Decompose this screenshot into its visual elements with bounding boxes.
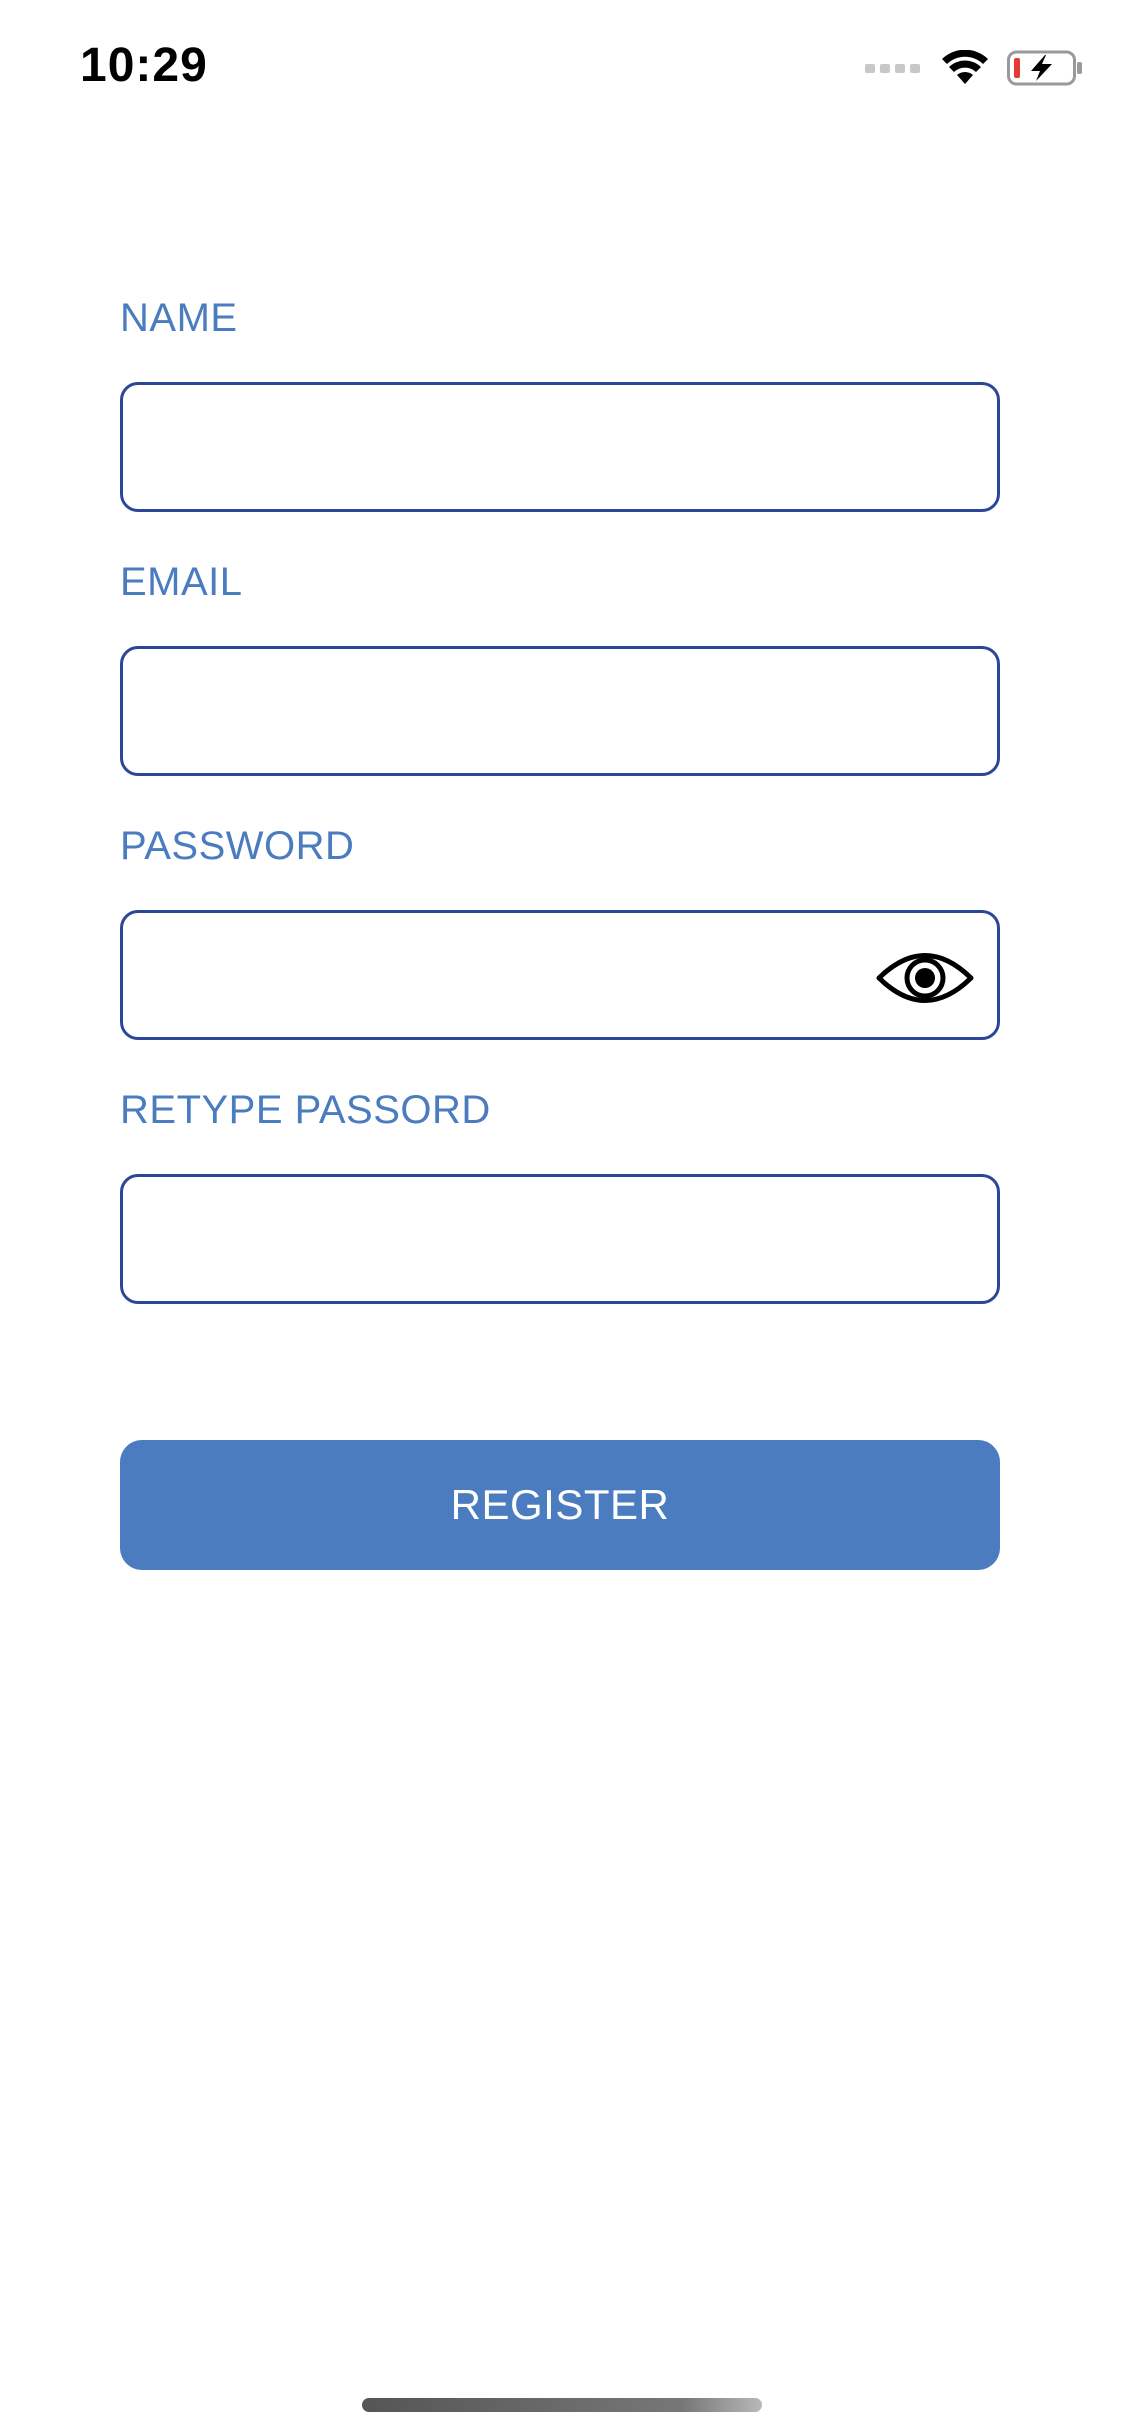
status-icons bbox=[865, 48, 1083, 88]
email-input[interactable] bbox=[123, 649, 997, 773]
cellular-signal-icon bbox=[865, 64, 920, 73]
status-time: 10:29 bbox=[80, 39, 208, 92]
password-label: PASSWORD bbox=[120, 824, 355, 868]
retype-password-label: RETYPE PASSORD bbox=[120, 1088, 491, 1132]
email-label: EMAIL bbox=[120, 560, 243, 604]
retype-password-input[interactable] bbox=[123, 1177, 997, 1301]
name-label: NAME bbox=[120, 296, 238, 340]
password-input[interactable] bbox=[123, 913, 997, 1037]
name-input[interactable] bbox=[123, 385, 997, 509]
retype-password-field-container bbox=[120, 1174, 1000, 1304]
status-bar: 10:29 bbox=[0, 0, 1125, 140]
battery-charging-icon bbox=[1007, 50, 1082, 86]
home-indicator[interactable] bbox=[362, 2398, 762, 2412]
eye-icon[interactable] bbox=[875, 947, 975, 1009]
register-button[interactable]: REGISTER bbox=[120, 1440, 1000, 1570]
wifi-icon bbox=[942, 50, 988, 84]
password-field-container bbox=[120, 910, 1000, 1040]
name-field-container bbox=[120, 382, 1000, 512]
email-field-container bbox=[120, 646, 1000, 776]
